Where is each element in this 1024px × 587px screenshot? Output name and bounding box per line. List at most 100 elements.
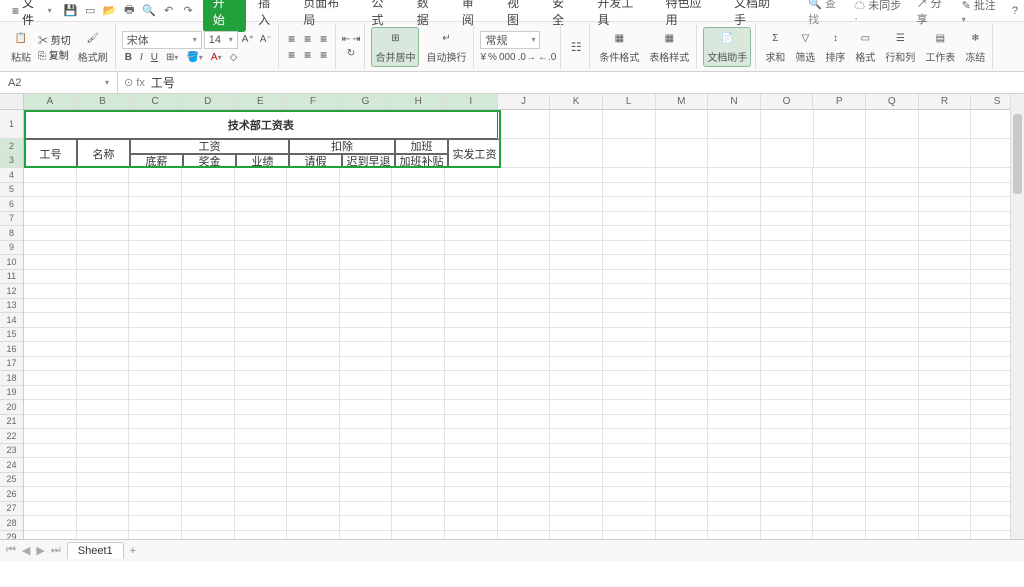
- cell[interactable]: [498, 487, 551, 502]
- cell[interactable]: [129, 299, 182, 314]
- row-header[interactable]: 16: [0, 342, 23, 357]
- row-header[interactable]: 25: [0, 473, 23, 488]
- cell[interactable]: [498, 429, 551, 444]
- font-size-select[interactable]: 14▾: [204, 31, 238, 49]
- row-header[interactable]: 26: [0, 487, 23, 502]
- cell[interactable]: [235, 458, 288, 473]
- cell[interactable]: [445, 531, 498, 540]
- fx-icon[interactable]: ⊙ fx: [124, 76, 145, 89]
- open-icon[interactable]: 📂: [103, 4, 117, 18]
- cell[interactable]: [761, 502, 814, 517]
- cell[interactable]: [761, 226, 814, 241]
- cell-type-icon[interactable]: ☷: [563, 24, 590, 69]
- row-header[interactable]: 15: [0, 328, 23, 343]
- format-painter-button[interactable]: 🖌格式刷: [75, 28, 111, 66]
- cell[interactable]: [77, 183, 130, 198]
- row-header[interactable]: 11: [0, 270, 23, 285]
- row-header[interactable]: 8: [0, 226, 23, 241]
- cell[interactable]: [287, 226, 340, 241]
- col-header[interactable]: B: [77, 94, 130, 109]
- cell[interactable]: [77, 241, 130, 256]
- cell[interactable]: [24, 473, 77, 488]
- cell[interactable]: [287, 183, 340, 198]
- cell[interactable]: [129, 183, 182, 198]
- cell[interactable]: [235, 371, 288, 386]
- cell[interactable]: [656, 473, 709, 488]
- cell[interactable]: [550, 502, 603, 517]
- cell[interactable]: [129, 371, 182, 386]
- cell[interactable]: [287, 371, 340, 386]
- cell[interactable]: [498, 458, 551, 473]
- cell[interactable]: [550, 284, 603, 299]
- cell[interactable]: [866, 299, 919, 314]
- cell[interactable]: [129, 386, 182, 401]
- cell[interactable]: [24, 444, 77, 459]
- cell[interactable]: [235, 429, 288, 444]
- cell[interactable]: [24, 516, 77, 531]
- cell[interactable]: [498, 270, 551, 285]
- row-header[interactable]: 12: [0, 284, 23, 299]
- currency-icon[interactable]: ¥: [480, 52, 486, 63]
- cell[interactable]: [708, 299, 761, 314]
- cell[interactable]: [603, 342, 656, 357]
- cell[interactable]: [392, 299, 445, 314]
- cell[interactable]: [550, 429, 603, 444]
- col-header[interactable]: D: [182, 94, 235, 109]
- cell[interactable]: [129, 487, 182, 502]
- cell[interactable]: [919, 429, 972, 444]
- cell[interactable]: [182, 212, 235, 227]
- cell[interactable]: [761, 342, 814, 357]
- cell[interactable]: [445, 357, 498, 372]
- filter-button[interactable]: ▽筛选: [792, 28, 818, 66]
- cell[interactable]: [919, 342, 972, 357]
- row-header[interactable]: 4: [0, 168, 23, 183]
- doc-helper-button[interactable]: 📄文档助手: [703, 27, 751, 67]
- sheet-nav-next-icon[interactable]: ▶: [36, 544, 44, 557]
- cell[interactable]: [129, 197, 182, 212]
- conditional-format-button[interactable]: ▦条件格式: [596, 28, 642, 66]
- cell[interactable]: [813, 458, 866, 473]
- cell[interactable]: [392, 241, 445, 256]
- cell[interactable]: [287, 357, 340, 372]
- cell[interactable]: [182, 270, 235, 285]
- cell[interactable]: [919, 241, 972, 256]
- col-header[interactable]: Q: [866, 94, 919, 109]
- cell[interactable]: [129, 226, 182, 241]
- align-top-right-icon[interactable]: ≡: [317, 32, 331, 46]
- cell[interactable]: [761, 197, 814, 212]
- cell[interactable]: [550, 531, 603, 540]
- cell[interactable]: [235, 197, 288, 212]
- row-header[interactable]: 27: [0, 502, 23, 517]
- cell[interactable]: [813, 241, 866, 256]
- cell[interactable]: [866, 357, 919, 372]
- cell[interactable]: [603, 168, 656, 183]
- cell[interactable]: [656, 444, 709, 459]
- cell[interactable]: [866, 212, 919, 227]
- cell[interactable]: [182, 371, 235, 386]
- row-header[interactable]: 23: [0, 444, 23, 459]
- cell[interactable]: [182, 342, 235, 357]
- cell[interactable]: [919, 487, 972, 502]
- cell[interactable]: [813, 313, 866, 328]
- cell[interactable]: [866, 342, 919, 357]
- cell[interactable]: [445, 429, 498, 444]
- cell[interactable]: [235, 473, 288, 488]
- cell[interactable]: [392, 255, 445, 270]
- cell[interactable]: [498, 415, 551, 430]
- col-header[interactable]: J: [498, 94, 551, 109]
- cell[interactable]: [919, 255, 972, 270]
- cell[interactable]: [24, 386, 77, 401]
- cell[interactable]: [77, 255, 130, 270]
- col-header[interactable]: I: [445, 94, 498, 109]
- row-header[interactable]: 7: [0, 212, 23, 227]
- cell[interactable]: [182, 313, 235, 328]
- cell[interactable]: [392, 328, 445, 343]
- cell[interactable]: [182, 183, 235, 198]
- cell[interactable]: [550, 270, 603, 285]
- cell[interactable]: [919, 328, 972, 343]
- cell[interactable]: [129, 516, 182, 531]
- cell[interactable]: [77, 284, 130, 299]
- cell[interactable]: [498, 357, 551, 372]
- cell[interactable]: [235, 168, 288, 183]
- cell[interactable]: [340, 241, 393, 256]
